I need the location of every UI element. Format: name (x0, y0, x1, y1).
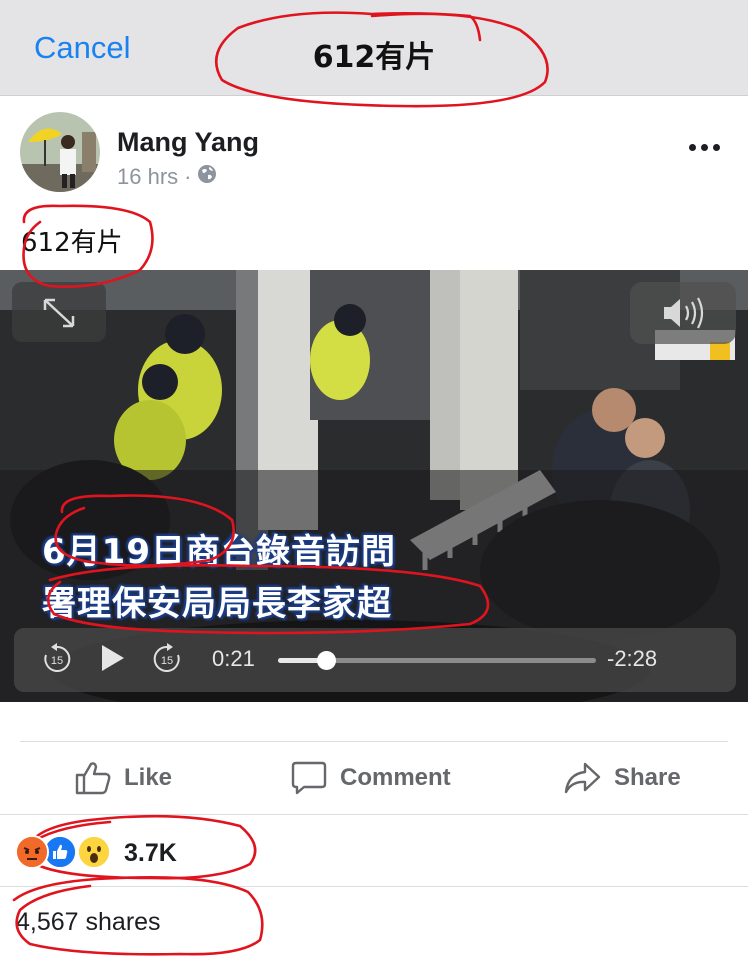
like-label: Like (124, 764, 173, 791)
post-meta: 16 hrs · (117, 164, 217, 190)
avatar[interactable] (20, 112, 100, 192)
volume-button[interactable] (630, 282, 736, 344)
video-caption-line1: 6月19日商台錄音訪問 (42, 532, 396, 572)
like-button[interactable]: Like (74, 742, 172, 814)
video-player[interactable]: 6月19日商台錄音訪問 署理保安局局長李家超 15 15 0:21 -2:28 (0, 270, 748, 702)
share-count[interactable]: 4,567 shares (16, 908, 161, 937)
more-options-icon[interactable] (689, 144, 720, 151)
comment-button[interactable]: Comment (290, 742, 451, 814)
skip-forward-15-button[interactable]: 15 (150, 642, 184, 681)
skip-forward-icon: 15 (153, 643, 180, 672)
play-icon (102, 645, 124, 671)
comment-label: Comment (340, 764, 451, 791)
skip-back-label: 15 (51, 655, 63, 667)
expand-icon (43, 298, 75, 328)
globe-icon (197, 164, 217, 190)
post-header: Mang Yang 16 hrs · (0, 96, 748, 206)
remaining-time: -2:28 (607, 646, 658, 671)
fullscreen-button[interactable] (12, 282, 106, 342)
page-title: 612有片 (312, 40, 436, 75)
author-name[interactable]: Mang Yang (117, 127, 259, 158)
action-bar: Like Comment Share (0, 742, 748, 814)
skip-back-icon: 15 (44, 643, 71, 672)
reaction-icons (15, 835, 115, 869)
shares-bar: 4,567 shares (0, 886, 748, 960)
reactions-bar[interactable]: 3.7K (0, 814, 748, 886)
video-controls: 15 15 0:21 -2:28 (14, 628, 736, 692)
share-label: Share (614, 764, 681, 791)
seek-bar[interactable] (278, 651, 596, 670)
meta-separator: · (184, 164, 192, 189)
elapsed-time: 0:21 (212, 646, 255, 671)
reaction-count[interactable]: 3.7K (124, 839, 177, 868)
post-text: 612有片 (21, 228, 123, 258)
post-time[interactable]: 16 hrs (117, 164, 178, 190)
share-button[interactable]: Share (562, 742, 681, 814)
speaker-icon (664, 297, 704, 329)
wow-reaction-icon (77, 835, 111, 869)
skip-back-15-button[interactable]: 15 (40, 642, 74, 681)
navigation-bar: Cancel 612有片 (0, 0, 748, 96)
skip-forward-label: 15 (161, 655, 173, 667)
video-caption-line2: 署理保安局局長李家超 (42, 584, 392, 624)
comment-icon (291, 761, 327, 795)
play-button[interactable] (100, 643, 126, 678)
thumbs-up-icon (75, 762, 111, 795)
angry-reaction-icon (15, 835, 49, 869)
share-icon (564, 762, 601, 794)
seek-thumb[interactable] (316, 651, 336, 670)
